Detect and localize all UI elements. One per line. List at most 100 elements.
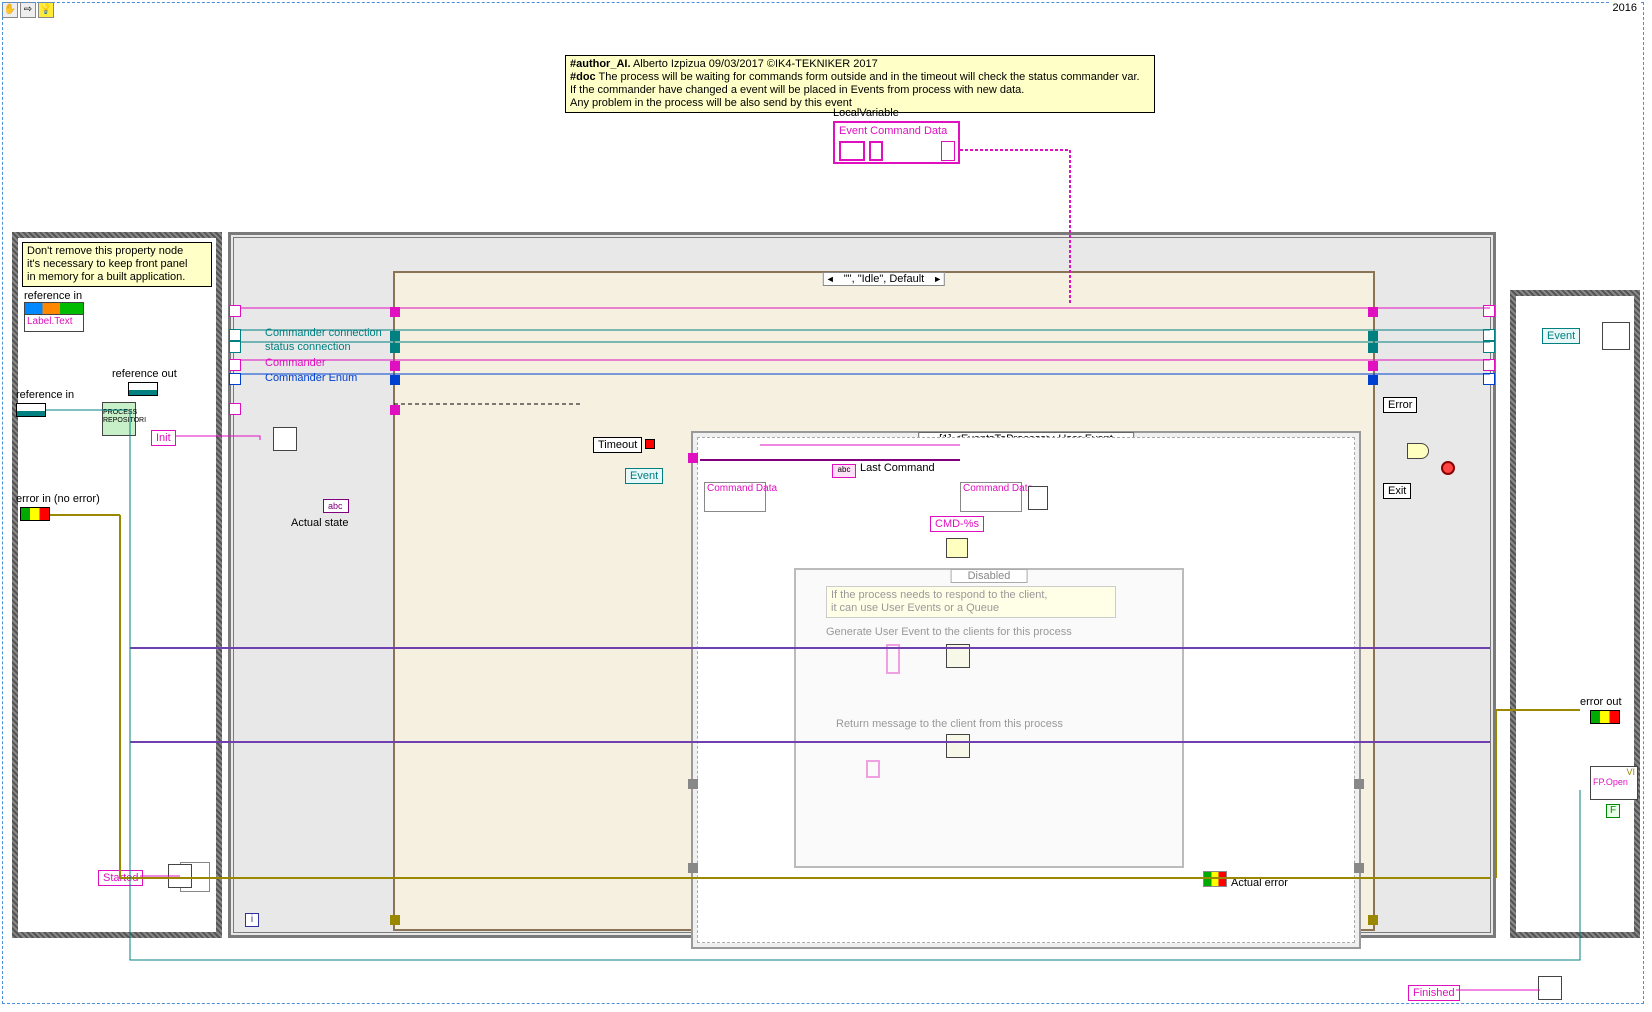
finished-constant[interactable]: Finished xyxy=(1408,985,1460,1001)
reference-in-terminal[interactable] xyxy=(16,403,46,417)
last-command-label: Last Command xyxy=(860,462,935,474)
year-label: 2016 xyxy=(1611,2,1639,14)
evt-tunnel-mid-l xyxy=(688,779,698,789)
cluster-field2 xyxy=(941,141,955,161)
fp-open-property[interactable]: VI FP.Open xyxy=(1590,766,1638,800)
event-constant-right[interactable]: Event xyxy=(1542,328,1580,344)
event-constant-outer[interactable]: Event xyxy=(625,468,663,484)
local-var-title: LocalVariable xyxy=(833,107,899,119)
disabled-structure: Disabled If the process needs to respond… xyxy=(794,568,1184,868)
ret-msg-cluster xyxy=(866,760,880,778)
gen-event-label: Generate User Event to the clients for t… xyxy=(826,626,1072,638)
event-structure: [1] <EventsToProcess>: User Event abc La… xyxy=(691,431,1361,949)
actual-state-read-subvi[interactable] xyxy=(273,427,297,451)
shift-reg-right-4[interactable] xyxy=(1483,359,1495,371)
disabled-selector[interactable]: Disabled xyxy=(951,569,1028,583)
doc-key: #doc xyxy=(570,71,596,83)
case-tunnel-l2 xyxy=(390,331,400,341)
reference-in-label: reference in xyxy=(16,389,74,401)
commander-conn-label: Commander connection xyxy=(265,327,382,339)
timeout-node xyxy=(645,439,655,449)
note-l2: it's necessary to keep front panel xyxy=(27,258,207,271)
note-l3: in memory for a built application. xyxy=(27,271,207,284)
case-tunnel-r5 xyxy=(1368,375,1378,385)
started-send-subvi[interactable] xyxy=(168,864,192,888)
shift-reg-right-5[interactable] xyxy=(1483,373,1495,385)
cluster-field xyxy=(869,141,883,161)
dis-note-l2: it can use User Events or a Queue xyxy=(831,602,1111,615)
right-sequence: Event error out VI FP.Open F xyxy=(1510,290,1640,938)
commander-enum-label: Commander Enum xyxy=(265,372,357,384)
error-out-terminal[interactable] xyxy=(1590,710,1620,724)
command-data-unbundle-right[interactable]: Command Data xyxy=(960,482,1022,512)
shift-reg-left-2[interactable] xyxy=(229,329,241,341)
actual-state-abc[interactable]: abc xyxy=(323,499,349,513)
case-selector[interactable]: "", "Idle", Default xyxy=(823,272,945,286)
case-tunnel-l5 xyxy=(390,375,400,385)
reference-out-terminal[interactable] xyxy=(128,382,158,396)
left-sequence: Don't remove this property node it's nec… xyxy=(12,232,222,938)
shift-reg-left-4[interactable] xyxy=(229,359,241,371)
shift-reg-left-6[interactable] xyxy=(229,403,241,415)
disabled-note: If the process needs to respond to the c… xyxy=(826,586,1116,618)
outer-case-structure: "", "Idle", Default Timeout Event [1] <E… xyxy=(393,271,1375,931)
loop-iteration-terminal[interactable]: i xyxy=(245,913,259,927)
vi-class-label: VI xyxy=(1591,767,1637,777)
main-while-loop: i Commander connection status connection… xyxy=(228,232,1496,938)
evt-tunnel-bot-l xyxy=(688,863,698,873)
label-text-property[interactable]: Label.Text xyxy=(24,302,84,332)
exit-constant[interactable]: Exit xyxy=(1383,483,1411,499)
evt-tunnel-mid-r xyxy=(1354,779,1364,789)
note-l1: Don't remove this property node xyxy=(27,245,207,258)
shift-reg-left-5[interactable] xyxy=(229,373,241,385)
case-tunnel-err-r xyxy=(1368,915,1378,925)
error-in-terminal[interactable] xyxy=(20,507,50,521)
gen-evt-cluster xyxy=(886,644,900,674)
actual-state-label: Actual state xyxy=(291,517,348,529)
status-conn-label: status connection xyxy=(265,341,351,353)
commander-label: Commander xyxy=(265,357,326,369)
doc-line2: If the commander have changed a event wi… xyxy=(570,84,1150,97)
case-tunnel-r1 xyxy=(1368,307,1378,317)
event-local-var[interactable] xyxy=(839,141,865,161)
gen-event-subvi[interactable] xyxy=(946,644,970,668)
event-command-data-cluster[interactable]: Event Command Data xyxy=(833,121,960,164)
stop-terminal[interactable] xyxy=(1441,461,1455,475)
or-gate[interactable] xyxy=(1407,443,1429,459)
shift-reg-right-1[interactable] xyxy=(1483,305,1495,317)
init-constant[interactable]: Init xyxy=(151,430,176,446)
destroy-event-subvi[interactable] xyxy=(1602,322,1630,350)
case-tunnel-r2 xyxy=(1368,331,1378,341)
actual-error-label: Actual error xyxy=(1231,877,1288,889)
case-tunnel-err-l xyxy=(390,915,400,925)
evt-tunnel-bot-r xyxy=(1354,863,1364,873)
ret-msg-subvi[interactable] xyxy=(946,734,970,758)
false-constant[interactable]: F xyxy=(1606,804,1620,818)
dis-note-l1: If the process needs to respond to the c… xyxy=(831,589,1111,602)
shift-reg-right-2[interactable] xyxy=(1483,329,1495,341)
error-constant[interactable]: Error xyxy=(1383,397,1417,413)
cmd-format-constant[interactable]: CMD-%s xyxy=(930,516,984,532)
shift-reg-left-1[interactable] xyxy=(229,305,241,317)
author-key: #author_AI. xyxy=(570,58,631,70)
cluster-label: Event Command Data xyxy=(839,125,947,137)
doc-comment: #author_AI. Alberto Izpizua 09/03/2017 ©… xyxy=(565,55,1155,113)
ret-msg-label: Return message to the client from this p… xyxy=(836,718,1063,730)
format-string-subvi[interactable] xyxy=(946,538,968,558)
shift-reg-right-3[interactable] xyxy=(1483,341,1495,353)
finished-send-subvi[interactable] xyxy=(1538,976,1562,1000)
shift-reg-left-3[interactable] xyxy=(229,341,241,353)
evt-tunnel-l xyxy=(688,453,698,463)
cmd-bundle-subvi[interactable] xyxy=(1028,486,1048,510)
case-tunnel-l6 xyxy=(390,405,400,415)
started-constant[interactable]: Started xyxy=(98,870,143,886)
abc-icon: abc xyxy=(832,464,856,478)
process-repository-subvi[interactable]: PROCESS REPOSITORI xyxy=(102,402,136,436)
case-tunnel-l3 xyxy=(390,343,400,353)
doc-line1: The process will be waiting for commands… xyxy=(596,71,1140,83)
label-text-prop-name: Label.Text xyxy=(27,316,85,327)
author-text: Alberto Izpizua 09/03/2017 ©IK4-TEKNIKER… xyxy=(631,58,878,70)
actual-error-indicator[interactable] xyxy=(1203,871,1227,887)
timeout-constant[interactable]: Timeout xyxy=(593,437,642,453)
command-data-unbundle-left[interactable]: Command Data xyxy=(704,482,766,512)
